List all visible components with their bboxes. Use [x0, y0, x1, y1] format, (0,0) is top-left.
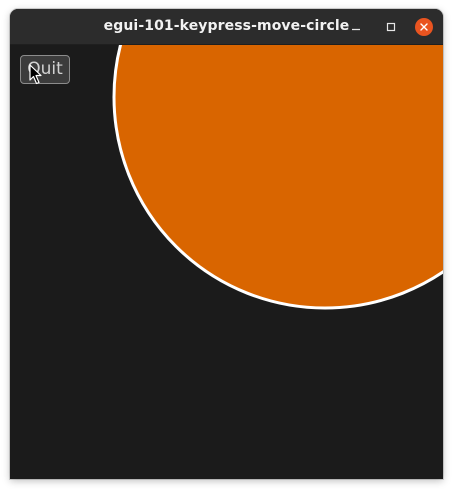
minimize-icon: [352, 28, 360, 31]
close-icon: [420, 23, 428, 31]
close-button-circle: [415, 18, 433, 36]
maximize-icon: [386, 22, 396, 32]
canvas-drawing: [112, 45, 443, 310]
window-title: egui-101-keypress-move-circle: [103, 18, 350, 34]
app-canvas[interactable]: Quit: [10, 45, 443, 479]
quit-button[interactable]: Quit: [20, 55, 70, 84]
minimize-button[interactable]: [346, 17, 366, 37]
title-bar[interactable]: egui-101-keypress-move-circle: [10, 9, 443, 45]
maximize-button[interactable]: [381, 17, 401, 37]
moving-circle: [112, 45, 443, 310]
close-button[interactable]: [414, 17, 434, 37]
app-window: egui-101-keypress-move-circle Quit: [10, 9, 443, 479]
